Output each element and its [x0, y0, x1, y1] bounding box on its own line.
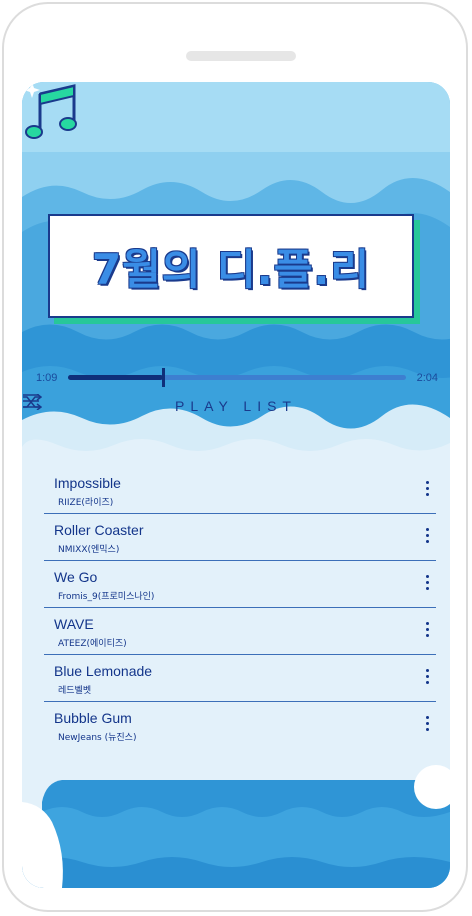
menu-icon[interactable] [22, 394, 40, 408]
total-time: 2:04 [416, 372, 438, 384]
song-artist: 레드벨벳 [58, 686, 92, 696]
song-artist: ATEEZ(에이티즈) [58, 639, 127, 649]
phone-speaker [186, 51, 296, 61]
song-title: Roller Coaster [54, 522, 144, 538]
more-options-icon[interactable] [426, 669, 430, 687]
playlist-title: 7월의 디.플.리 [92, 244, 370, 294]
song-title: Impossible [54, 475, 121, 491]
list-item[interactable]: Blue Lemonade 레드벨벳 [44, 655, 436, 702]
progress-fill [68, 375, 163, 380]
more-options-icon[interactable] [426, 716, 430, 734]
list-item[interactable]: We Go Fromis_9(프로미스나인) [44, 561, 436, 608]
song-artist: RIIZE(라이즈) [58, 498, 114, 508]
current-time: 1:09 [36, 372, 58, 384]
bottom-wave-art [22, 742, 450, 888]
song-list: Impossible RIIZE(라이즈) Roller Coaster NMIXX(… [44, 467, 436, 749]
bottom-wave [22, 742, 450, 888]
hero-banner: 7월의 디.플.리 1:09 2:04 PLAY LIST [22, 82, 450, 437]
song-title: Blue Lemonade [54, 663, 153, 679]
control-row: PLAY LIST [22, 394, 450, 420]
progress-track[interactable] [68, 368, 406, 387]
list-item[interactable]: Roller Coaster NMIXX(엔믹스) [44, 514, 436, 561]
title-card: 7월의 디.플.리 [48, 214, 414, 318]
song-title: We Go [54, 569, 98, 585]
playlist-area: Impossible RIIZE(라이즈) Roller Coaster NMIXX(… [22, 437, 450, 767]
song-artist: Fromis_9(프로미스나인) [58, 592, 155, 602]
more-options-icon[interactable] [426, 575, 430, 593]
more-options-icon[interactable] [426, 622, 430, 640]
progress-handle[interactable] [161, 368, 165, 387]
list-item[interactable]: Impossible RIIZE(라이즈) [44, 467, 436, 514]
music-note-icon [24, 82, 77, 139]
more-options-icon[interactable] [426, 481, 430, 499]
song-title: WAVE [54, 616, 94, 632]
song-artist: NMIXX(엔믹스) [58, 545, 120, 555]
screen: 7월의 디.플.리 1:09 2:04 PLAY LIST Impossible… [22, 82, 450, 888]
song-title: Bubble Gum [54, 710, 132, 726]
list-item[interactable]: WAVE ATEEZ(에이티즈) [44, 608, 436, 655]
more-options-icon[interactable] [426, 528, 430, 546]
playlist-label: PLAY LIST [175, 398, 297, 414]
